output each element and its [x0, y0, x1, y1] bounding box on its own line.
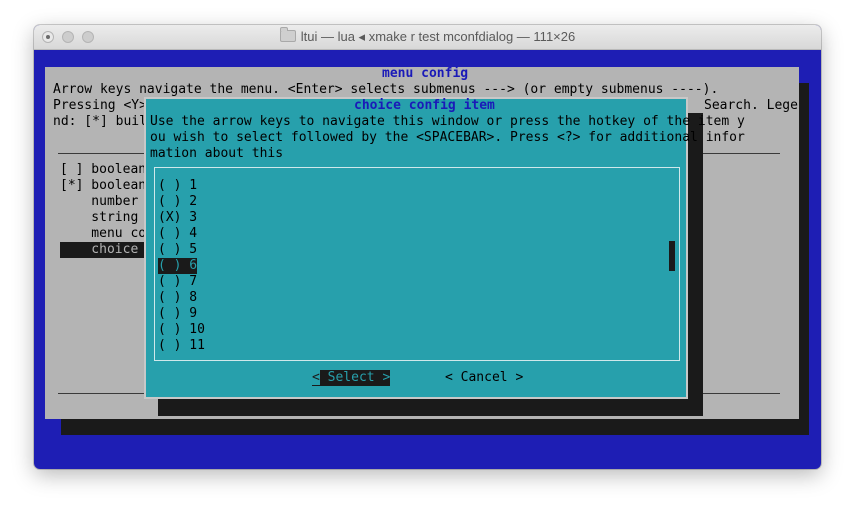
choice-option-8[interactable]: ( ) 8: [158, 290, 197, 306]
cancel-button[interactable]: < Cancel >: [445, 370, 523, 386]
main-menu-title: menu config: [382, 66, 469, 81]
select-button[interactable]: < Select >: [312, 370, 391, 386]
menu-item-boolean-off[interactable]: [ ] boolean: [60, 162, 146, 178]
dialog-help-line-3: mation about this: [150, 146, 284, 161]
choice-option-4[interactable]: ( ) 4: [158, 226, 197, 242]
choice-list-box[interactable]: [154, 167, 680, 361]
window-title: ltui — lua ◂ xmake r test mconfdialog — …: [300, 29, 576, 44]
choice-option-5[interactable]: ( ) 5: [158, 242, 197, 258]
dialog-title: choice config item: [354, 98, 495, 113]
menu-item-boolean-on[interactable]: [*] boolean: [60, 178, 146, 194]
select-button-cursor: <: [312, 370, 320, 385]
choice-option-10[interactable]: ( ) 10: [158, 322, 205, 338]
window-title-container: ltui — lua ◂ xmake r test mconfdialog — …: [34, 27, 821, 45]
choice-option-7[interactable]: ( ) 7: [158, 274, 197, 290]
choice-option-6-highlighted[interactable]: ( ) 6: [158, 258, 198, 274]
main-help-line-3-left: nd: [*] built: [53, 114, 155, 129]
choice-option-1[interactable]: ( ) 1: [158, 178, 197, 194]
dialog-shadow-right: [688, 113, 703, 416]
title-bar[interactable]: ltui — lua ◂ xmake r test mconfdialog — …: [34, 25, 821, 50]
list-scrollbar-thumb[interactable]: [669, 241, 675, 271]
folder-icon: [279, 27, 296, 42]
choice-option-2[interactable]: ( ) 2: [158, 194, 197, 210]
menu-item-choice-config-selected[interactable]: choice c: [60, 242, 154, 258]
menu-item-string-config[interactable]: string c: [60, 210, 154, 226]
main-box-shadow-right: [799, 83, 809, 435]
choice-option-9[interactable]: ( ) 9: [158, 306, 197, 322]
dialog-help-line-1: Use the arrow keys to navigate this wind…: [150, 114, 745, 129]
terminal-window: ltui — lua ◂ xmake r test mconfdialog — …: [34, 25, 821, 469]
main-help-line-2-right: Search. Lege: [704, 98, 798, 113]
main-help-line-2-left: Pressing <Y>: [53, 98, 147, 113]
menu-item-number-config[interactable]: number c: [60, 194, 154, 210]
main-help-line-1: Arrow keys navigate the menu. <Enter> se…: [53, 82, 719, 97]
dialog-help-line-2: ou wish to select followed by the <SPACE…: [150, 130, 745, 145]
select-button-label: Select >: [319, 370, 391, 385]
menu-item-menu-config[interactable]: menu con: [60, 226, 154, 242]
choice-option-3-checked[interactable]: (X) 3: [158, 210, 197, 226]
dialog-shadow-bottom: [158, 399, 703, 416]
choice-option-11[interactable]: ( ) 11: [158, 338, 205, 354]
main-box-shadow-bottom: [61, 419, 809, 435]
